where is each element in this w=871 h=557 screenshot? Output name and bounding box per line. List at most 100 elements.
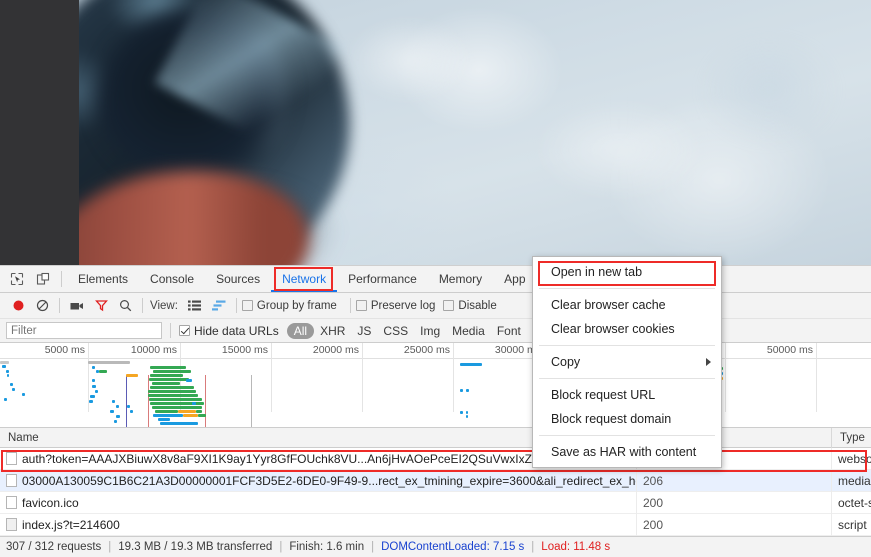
checkbox-box-checked [179,325,190,336]
funnel-icon[interactable] [89,294,113,318]
device-toolbar-icon[interactable] [30,266,56,292]
script-icon [6,518,17,531]
status-transferred: 19.3 MB / 19.3 MB transferred [118,541,273,553]
toolbar-divider-2 [142,298,143,313]
status-load: Load: 11.48 s [541,541,611,553]
preserve-log-checkbox[interactable]: Preserve log [355,299,436,312]
toolbar-divider-1 [59,298,60,313]
menu-separator [539,435,715,436]
filter-type-font[interactable]: Font [491,323,527,339]
network-request-table: Name Status Type auth?token=AAAJXBiuwX8v… [0,427,871,536]
network-status-bar: 307 / 312 requests | 19.3 MB / 19.3 MB t… [0,536,871,557]
overview-tick-label: 25000 ms [403,344,450,356]
status-divider: | [279,541,283,553]
checkbox-box [443,300,455,311]
overview-tick-label: 50000 ms [766,344,813,356]
cell-name: index.js?t=214600 [0,513,637,536]
network-overview-timeline[interactable]: 5000 ms 10000 ms 15000 ms 20000 ms 25000… [0,343,871,428]
devtools-tabbar: Elements Console Sources Network Perform… [0,266,871,293]
search-icon[interactable] [113,294,137,318]
cell-name: favicon.ico [0,491,637,514]
toolbar-divider-3 [235,298,237,313]
record-icon[interactable] [6,294,30,318]
cell-type: websoc [838,451,871,466]
menu-item-clear-browser-cache[interactable]: Clear browser cache [533,293,721,317]
tab-console[interactable]: Console [139,266,205,292]
overview-ruler: 5000 ms 10000 ms 15000 ms 20000 ms 25000… [0,343,871,412]
tab-network[interactable]: Network [271,266,337,292]
preserve-log-label: Preserve log [370,299,436,312]
network-control-toolbar: View: Group by frame Preserve log Disabl… [0,293,871,319]
file-icon [6,474,17,487]
video-player-frame[interactable] [79,0,871,265]
overview-tick-label: 5000 ms [44,344,85,356]
filter-type-css[interactable]: CSS [377,323,414,339]
request-name: 03000A130059C1B6C21A3D00000001FCF3D5E2-6… [22,473,636,488]
cell-type: media [838,473,871,488]
status-requests: 307 / 312 requests [6,541,102,553]
filter-divider [170,323,171,338]
cell-type: octet-st [838,495,871,510]
table-row[interactable]: auth?token=AAAJXBiuwX8v8aF9XI1K9ay1Yyr8G… [0,447,871,470]
status-divider: | [531,541,535,553]
overview-request-bars [0,359,871,427]
video-background-haze [289,0,869,265]
tab-elements[interactable]: Elements [67,266,139,292]
menu-separator [539,288,715,289]
filter-type-js[interactable]: JS [351,323,377,339]
cell-status: 200 [637,491,832,514]
inspect-element-icon[interactable] [4,266,30,292]
column-header-type[interactable]: Type [832,428,871,448]
disable-cache-checkbox[interactable]: Disable [443,299,497,312]
file-icon [6,452,17,465]
page-left-sidebar [0,0,79,265]
toolbar-divider-4 [349,298,351,313]
table-row[interactable]: 03000A130059C1B6C21A3D00000001FCF3D5E2-6… [0,469,871,492]
screenshot-root: Elements Console Sources Network Perform… [0,0,871,557]
hide-data-urls-checkbox[interactable]: Hide data URLs [179,324,279,338]
tab-performance[interactable]: Performance [337,266,428,292]
menu-item-save-as-har[interactable]: Save as HAR with content [533,440,721,464]
camera-icon[interactable] [65,294,89,318]
table-row[interactable]: index.js?t=214600 200 script [0,513,871,536]
devtools-panel: Elements Console Sources Network Perform… [0,265,871,557]
load-marker-line-2 [205,375,206,427]
tab-memory[interactable]: Memory [428,266,493,292]
disable-cache-label: Disable [458,299,497,312]
cell-type: script [838,517,867,532]
filter-type-all[interactable]: All [286,322,315,339]
cell-status: 200 [637,513,832,536]
table-header-row: Name Status Type [0,427,871,448]
filter-type-xhr[interactable]: XHR [314,323,351,339]
table-row[interactable]: favicon.ico 200 octet-st [0,491,871,514]
filter-type-img[interactable]: Img [414,323,446,339]
status-finish: Finish: 1.6 min [289,541,365,553]
network-filter-bar: Hide data URLs All XHR JS CSS Img Media … [0,319,871,343]
clear-icon[interactable] [30,294,54,318]
tabbar-divider [61,271,62,287]
file-icon [6,496,17,509]
overview-tick-label: 15000 ms [221,344,268,356]
waterfall-view-icon[interactable] [207,294,231,318]
menu-item-clear-browser-cookies[interactable]: Clear browser cookies [533,317,721,341]
generic-marker-line [251,375,252,427]
menu-separator [539,345,715,346]
group-by-frame-checkbox[interactable]: Group by frame [241,299,337,312]
menu-item-block-request-url[interactable]: Block request URL [533,383,721,407]
group-by-frame-label: Group by frame [256,299,337,312]
menu-item-block-request-domain[interactable]: Block request domain [533,407,721,431]
list-view-icon[interactable] [183,294,207,318]
tab-application[interactable]: App [493,266,536,292]
filter-type-media[interactable]: Media [446,323,491,339]
checkbox-box [241,300,253,311]
status-divider: | [371,541,375,553]
filter-input[interactable] [6,322,162,339]
cell-status: 206 [637,469,832,492]
view-label: View: [150,299,178,312]
tab-sources[interactable]: Sources [205,266,271,292]
request-context-menu[interactable]: Open in new tab Clear browser cache Clea… [532,256,722,468]
menu-item-copy[interactable]: Copy [533,350,721,374]
menu-item-copy-label: Copy [551,355,581,369]
menu-item-open-in-new-tab[interactable]: Open in new tab [533,260,721,284]
status-dom-content-loaded: DOMContentLoaded: 7.15 s [381,541,525,553]
